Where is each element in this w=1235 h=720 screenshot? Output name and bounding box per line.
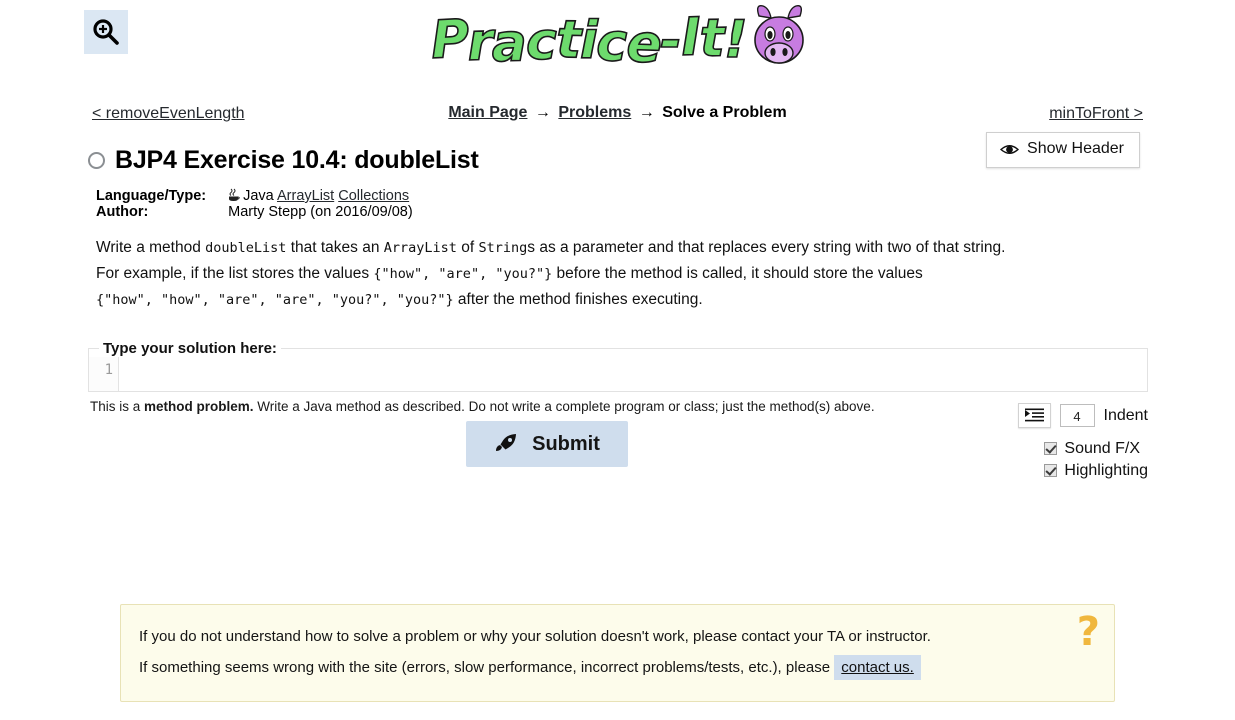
svg-text:!: !: [724, 10, 748, 70]
rocket-icon: [496, 434, 517, 451]
svg-text:c: c: [526, 12, 557, 72]
next-problem-link[interactable]: minToFront >: [1049, 105, 1143, 123]
sound-fx-checkbox[interactable]: [1044, 442, 1058, 455]
breadcrumb-separator-1: →: [534, 104, 551, 121]
svg-text:-: -: [660, 11, 682, 71]
note-a: This is a: [90, 399, 145, 414]
eye-icon: [1000, 144, 1020, 154]
desc-p2-b: before the method is called, it should s…: [552, 265, 923, 282]
author-value: Marty Stepp (on 2016/09/08): [228, 204, 413, 220]
cow-head-icon: [754, 5, 804, 64]
tag-arraylist[interactable]: ArrayList: [277, 188, 334, 204]
desc-p2-a: For example, if the list stores the valu…: [96, 265, 374, 282]
language-value: Java: [243, 188, 274, 204]
notice-line-1: If you do not understand how to solve a …: [139, 628, 931, 645]
description-paragraph-1: Write a method doubleList that takes an …: [96, 235, 1141, 261]
show-header-label: Show Header: [1027, 140, 1124, 157]
highlighting-label: Highlighting: [1064, 462, 1148, 479]
question-mark-icon: ?: [1076, 609, 1100, 655]
desc-p1-code-doublelist: doubleList: [205, 240, 287, 256]
svg-text:P: P: [430, 9, 471, 71]
highlighting-checkbox[interactable]: [1044, 464, 1058, 477]
breadcrumb-separator-2: →: [638, 104, 655, 121]
metadata-row-author: Author: Marty Stepp (on 2016/09/08): [96, 204, 413, 220]
contact-us-link[interactable]: contact us.: [834, 655, 921, 680]
help-notice: If you do not understand how to solve a …: [120, 604, 1115, 702]
desc-p1-d: s as a parameter and that replaces every…: [527, 239, 1006, 256]
problem-description: Write a method doubleList that takes an …: [96, 235, 1141, 313]
breadcrumb-current: Solve a Problem: [662, 104, 787, 121]
language-values: Java ArrayList Collections: [228, 188, 413, 204]
option-sound-fx[interactable]: Sound F/X: [1044, 438, 1148, 459]
note-bold: method problem.: [144, 399, 254, 414]
desc-p1-b: that takes an: [286, 239, 384, 256]
sound-fx-label: Sound F/X: [1064, 440, 1140, 457]
tag-collections[interactable]: Collections: [338, 188, 409, 204]
metadata-row-language: Language/Type: Java ArrayList Collection…: [96, 188, 413, 204]
notice-line-2-text: If something seems wrong with the site (…: [139, 659, 831, 676]
desc-p1-a: Write a method: [96, 239, 206, 256]
svg-text:e: e: [626, 14, 663, 75]
option-highlighting[interactable]: Highlighting: [1044, 460, 1148, 481]
desc-p3-code-after: {"how", "how", "are", "are", "you?", "yo…: [96, 292, 454, 308]
indent-label: Indent: [1103, 406, 1148, 424]
problem-metadata: Language/Type: Java ArrayList Collection…: [96, 188, 413, 220]
note-b: Write a Java method as described. Do not…: [253, 399, 875, 414]
solution-editor-legend: Type your solution here:: [103, 340, 277, 357]
author-key: Author:: [96, 204, 149, 220]
zoom-in-glyph: [93, 19, 119, 45]
language-key: Language/Type:: [96, 188, 207, 204]
problem-header: BJP4 Exercise 10.4: doubleList: [88, 146, 479, 175]
breadcrumb-main-page[interactable]: Main Page: [448, 104, 527, 121]
code-input[interactable]: [119, 357, 1147, 391]
description-paragraph-2: For example, if the list stores the valu…: [96, 261, 1141, 287]
notice-line-2: If something seems wrong with the site (…: [139, 652, 1094, 683]
indent-size-input[interactable]: 4: [1059, 404, 1095, 427]
unsolved-circle-icon: [88, 152, 105, 169]
svg-text:a: a: [491, 13, 527, 74]
desc-p2-code-before: {"how", "are", "you?"}: [373, 266, 553, 282]
desc-p3-a: after the method finishes executing.: [453, 291, 703, 308]
submit-button[interactable]: Submit: [466, 421, 628, 467]
svg-text:c: c: [596, 13, 628, 74]
editor-body: 1: [89, 357, 1147, 391]
desc-p1-code-string: String: [478, 240, 528, 256]
editor-options: Sound F/X Highlighting: [1044, 438, 1148, 482]
practice-it-logo-graphic: P r a c t i c e - I t !: [429, 5, 804, 76]
show-header-button[interactable]: Show Header: [986, 132, 1140, 168]
desc-p1-c: of: [456, 239, 479, 256]
editor-line-number: 1: [89, 357, 119, 391]
desc-p1-code-arraylist: ArrayList: [383, 240, 457, 256]
submit-label: Submit: [532, 432, 600, 455]
breadcrumb-problems[interactable]: Problems: [558, 104, 631, 121]
page-title: BJP4 Exercise 10.4: doubleList: [115, 146, 479, 174]
indent-button[interactable]: [1017, 403, 1051, 428]
zoom-in-icon[interactable]: [84, 10, 128, 54]
indent-icon: [1024, 408, 1044, 422]
site-logo[interactable]: P r a c t i c e - I t !: [428, 2, 810, 80]
method-problem-note: This is a method problem. Write a Java m…: [90, 399, 875, 414]
description-paragraph-3: {"how", "how", "are", "are", "you?", "yo…: [96, 287, 1141, 313]
java-cup-icon: [229, 188, 240, 201]
solution-editor: Type your solution here: 1: [88, 340, 1148, 392]
indent-controls: 4 Indent: [1017, 403, 1148, 428]
